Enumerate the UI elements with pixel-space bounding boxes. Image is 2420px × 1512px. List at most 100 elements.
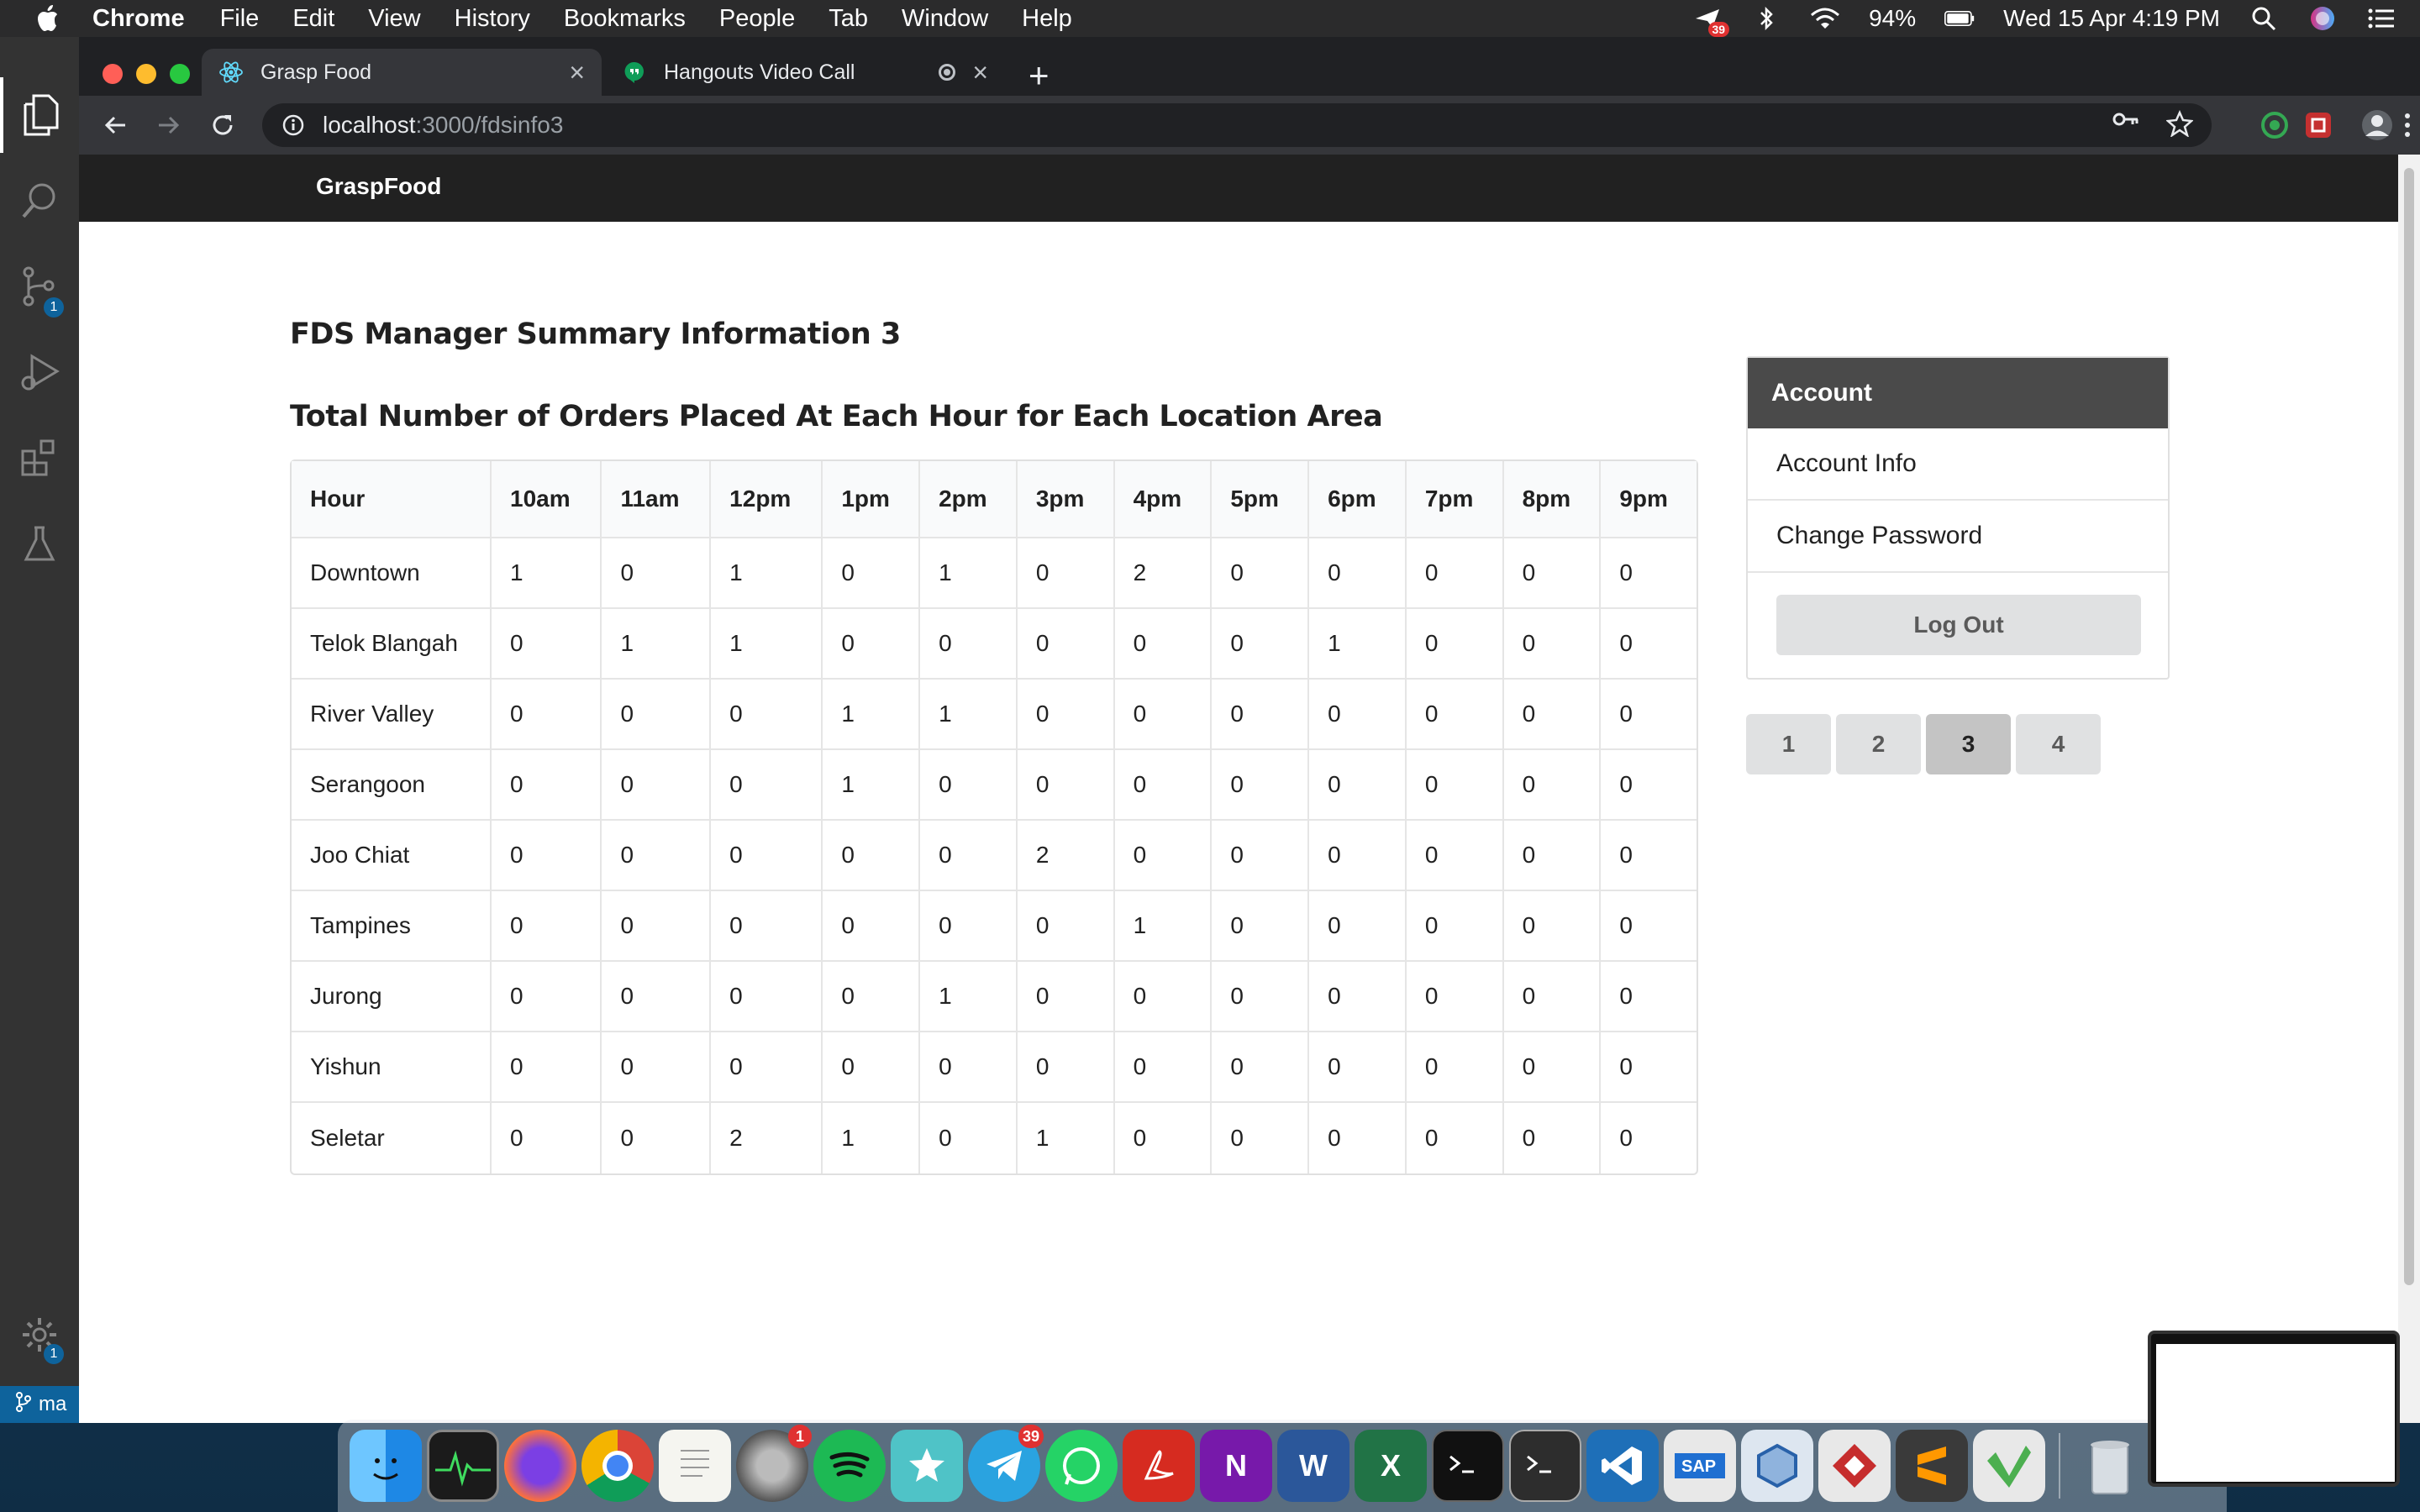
siri-icon[interactable]	[2307, 5, 2338, 32]
address-bar[interactable]: localhost:3000/fdsinfo3	[262, 103, 2212, 147]
order-count-cell: 0	[492, 962, 602, 1032]
clock[interactable]: Wed 15 Apr 4:19 PM	[2003, 5, 2220, 32]
sublime-text-icon[interactable]	[1896, 1430, 1968, 1502]
table-row: Serangoon 0 0 0 1 0 0 0 0 0 0 0 0	[292, 750, 1697, 821]
system-preferences-icon[interactable]: 1	[736, 1425, 812, 1502]
menu-window[interactable]: Window	[902, 5, 988, 33]
virtualbox-icon[interactable]	[1741, 1430, 1813, 1502]
excel-icon[interactable]: X	[1355, 1430, 1427, 1502]
reload-icon[interactable]	[203, 106, 242, 144]
terminal-icon[interactable]	[1432, 1430, 1504, 1502]
macos-menu-bar: Chrome File Edit View History Bookmarks …	[0, 0, 2420, 37]
battery-icon[interactable]	[1944, 5, 1975, 32]
order-count-cell: 0	[1017, 609, 1115, 680]
table-row: Downtown 1 0 1 0 1 0 2 0 0 0 0 0	[292, 538, 1697, 609]
order-count-cell: 0	[1017, 680, 1115, 750]
bookmark-star-icon[interactable]	[2165, 109, 2194, 141]
chrome-menu-icon[interactable]	[2388, 106, 2420, 144]
run-debug-icon[interactable]	[0, 334, 79, 410]
page-button-3[interactable]: 3	[1926, 714, 2011, 774]
textedit-icon[interactable]	[659, 1430, 731, 1502]
menu-view[interactable]: View	[368, 5, 420, 33]
log-out-button[interactable]: Log Out	[1776, 595, 2141, 655]
back-arrow-icon[interactable]	[96, 106, 134, 144]
browser-toolbar: localhost:3000/fdsinfo3	[79, 96, 2420, 155]
brand-logo[interactable]: GraspFood	[316, 173, 441, 200]
menu-tab[interactable]: Tab	[829, 5, 868, 33]
tab-close-icon[interactable]: ×	[569, 57, 585, 88]
extensions-icon[interactable]	[0, 420, 79, 496]
tab-hangouts[interactable]: Hangouts Video Call ×	[605, 49, 1005, 96]
key-icon[interactable]	[2112, 110, 2139, 141]
spotify-icon[interactable]	[813, 1430, 886, 1502]
url-text: localhost:3000/fdsinfo3	[323, 112, 563, 139]
onenote-icon[interactable]: N	[1200, 1430, 1272, 1502]
order-count-cell: 0	[1601, 891, 1697, 962]
trash-icon[interactable]	[2074, 1430, 2146, 1502]
git-branch-icon	[15, 1391, 32, 1419]
page-scrollbar[interactable]	[2398, 155, 2420, 1423]
order-count-cell: 0	[1017, 750, 1115, 821]
vscode-status-bar[interactable]: ma	[0, 1386, 79, 1423]
column-header: 10am	[492, 461, 602, 538]
tab-close-icon[interactable]: ×	[972, 57, 988, 88]
window-close-button[interactable]	[103, 64, 123, 84]
activity-monitor-icon[interactable]	[427, 1430, 499, 1502]
superstar-icon[interactable]	[891, 1430, 963, 1502]
menu-edit[interactable]: Edit	[292, 5, 334, 33]
git-client-icon[interactable]	[1818, 1430, 1891, 1502]
spotlight-search-icon[interactable]	[2249, 5, 2279, 32]
notification-count-badge: 39	[1707, 22, 1730, 37]
extension-red-icon[interactable]	[2299, 106, 2338, 144]
source-control-icon[interactable]: 1	[0, 249, 79, 324]
tab-grasp-food[interactable]: Grasp Food ×	[202, 49, 602, 96]
menu-people[interactable]: People	[719, 5, 795, 33]
change-password-link[interactable]: Change Password	[1748, 501, 2168, 573]
telegram-icon[interactable]: 39	[968, 1425, 1044, 1502]
bluetooth-icon[interactable]	[1751, 5, 1781, 32]
site-info-icon[interactable]	[281, 113, 306, 138]
account-info-link[interactable]: Account Info	[1748, 428, 2168, 501]
settings-gear-icon[interactable]: 1	[0, 1297, 79, 1373]
notification-center-icon[interactable]	[2366, 5, 2396, 32]
terminal-alt-icon[interactable]	[1509, 1430, 1581, 1502]
page-button-2[interactable]: 2	[1836, 714, 1921, 774]
menu-history[interactable]: History	[455, 5, 530, 33]
wifi-icon[interactable]	[1810, 5, 1840, 32]
order-count-cell: 0	[823, 1032, 921, 1103]
window-maximize-button[interactable]	[170, 64, 190, 84]
firefox-icon[interactable]	[504, 1430, 576, 1502]
adobe-acrobat-icon[interactable]	[1123, 1430, 1195, 1502]
menu-help[interactable]: Help	[1022, 5, 1072, 33]
testing-icon[interactable]	[0, 506, 79, 581]
window-minimize-button[interactable]	[136, 64, 156, 84]
order-count-cell: 0	[823, 891, 921, 962]
order-count-cell: 0	[602, 1103, 712, 1173]
apple-icon[interactable]	[32, 3, 62, 34]
search-icon[interactable]	[0, 163, 79, 239]
vscode-icon[interactable]	[1586, 1430, 1659, 1502]
extension-circle-icon[interactable]	[2255, 106, 2294, 144]
explorer-icon[interactable]	[0, 77, 79, 153]
scrollbar-thumb[interactable]	[2404, 168, 2414, 1285]
screenshot-preview-thumbnail[interactable]	[2148, 1331, 2400, 1487]
menu-bookmarks[interactable]: Bookmarks	[564, 5, 686, 33]
menu-file[interactable]: File	[220, 5, 260, 33]
order-count-cell: 0	[1212, 750, 1310, 821]
new-tab-plus-icon[interactable]: +	[1028, 55, 1050, 96]
vim-icon[interactable]	[1973, 1430, 2045, 1502]
sap-icon[interactable]: SAP	[1664, 1430, 1736, 1502]
airmail-icon[interactable]: 39	[1692, 5, 1730, 37]
menu-app-name[interactable]: Chrome	[92, 5, 185, 33]
finder-icon[interactable]	[350, 1430, 422, 1502]
whatsapp-icon[interactable]	[1045, 1430, 1118, 1502]
page-button-4[interactable]: 4	[2016, 714, 2101, 774]
dock-separator	[2059, 1433, 2060, 1499]
order-count-cell: 0	[920, 891, 1018, 962]
order-count-cell: 0	[823, 962, 921, 1032]
chrome-icon[interactable]	[581, 1430, 654, 1502]
page-button-1[interactable]: 1	[1746, 714, 1831, 774]
order-count-cell: 1	[823, 750, 921, 821]
forward-arrow-icon[interactable]	[150, 106, 188, 144]
word-icon[interactable]: W	[1277, 1430, 1349, 1502]
